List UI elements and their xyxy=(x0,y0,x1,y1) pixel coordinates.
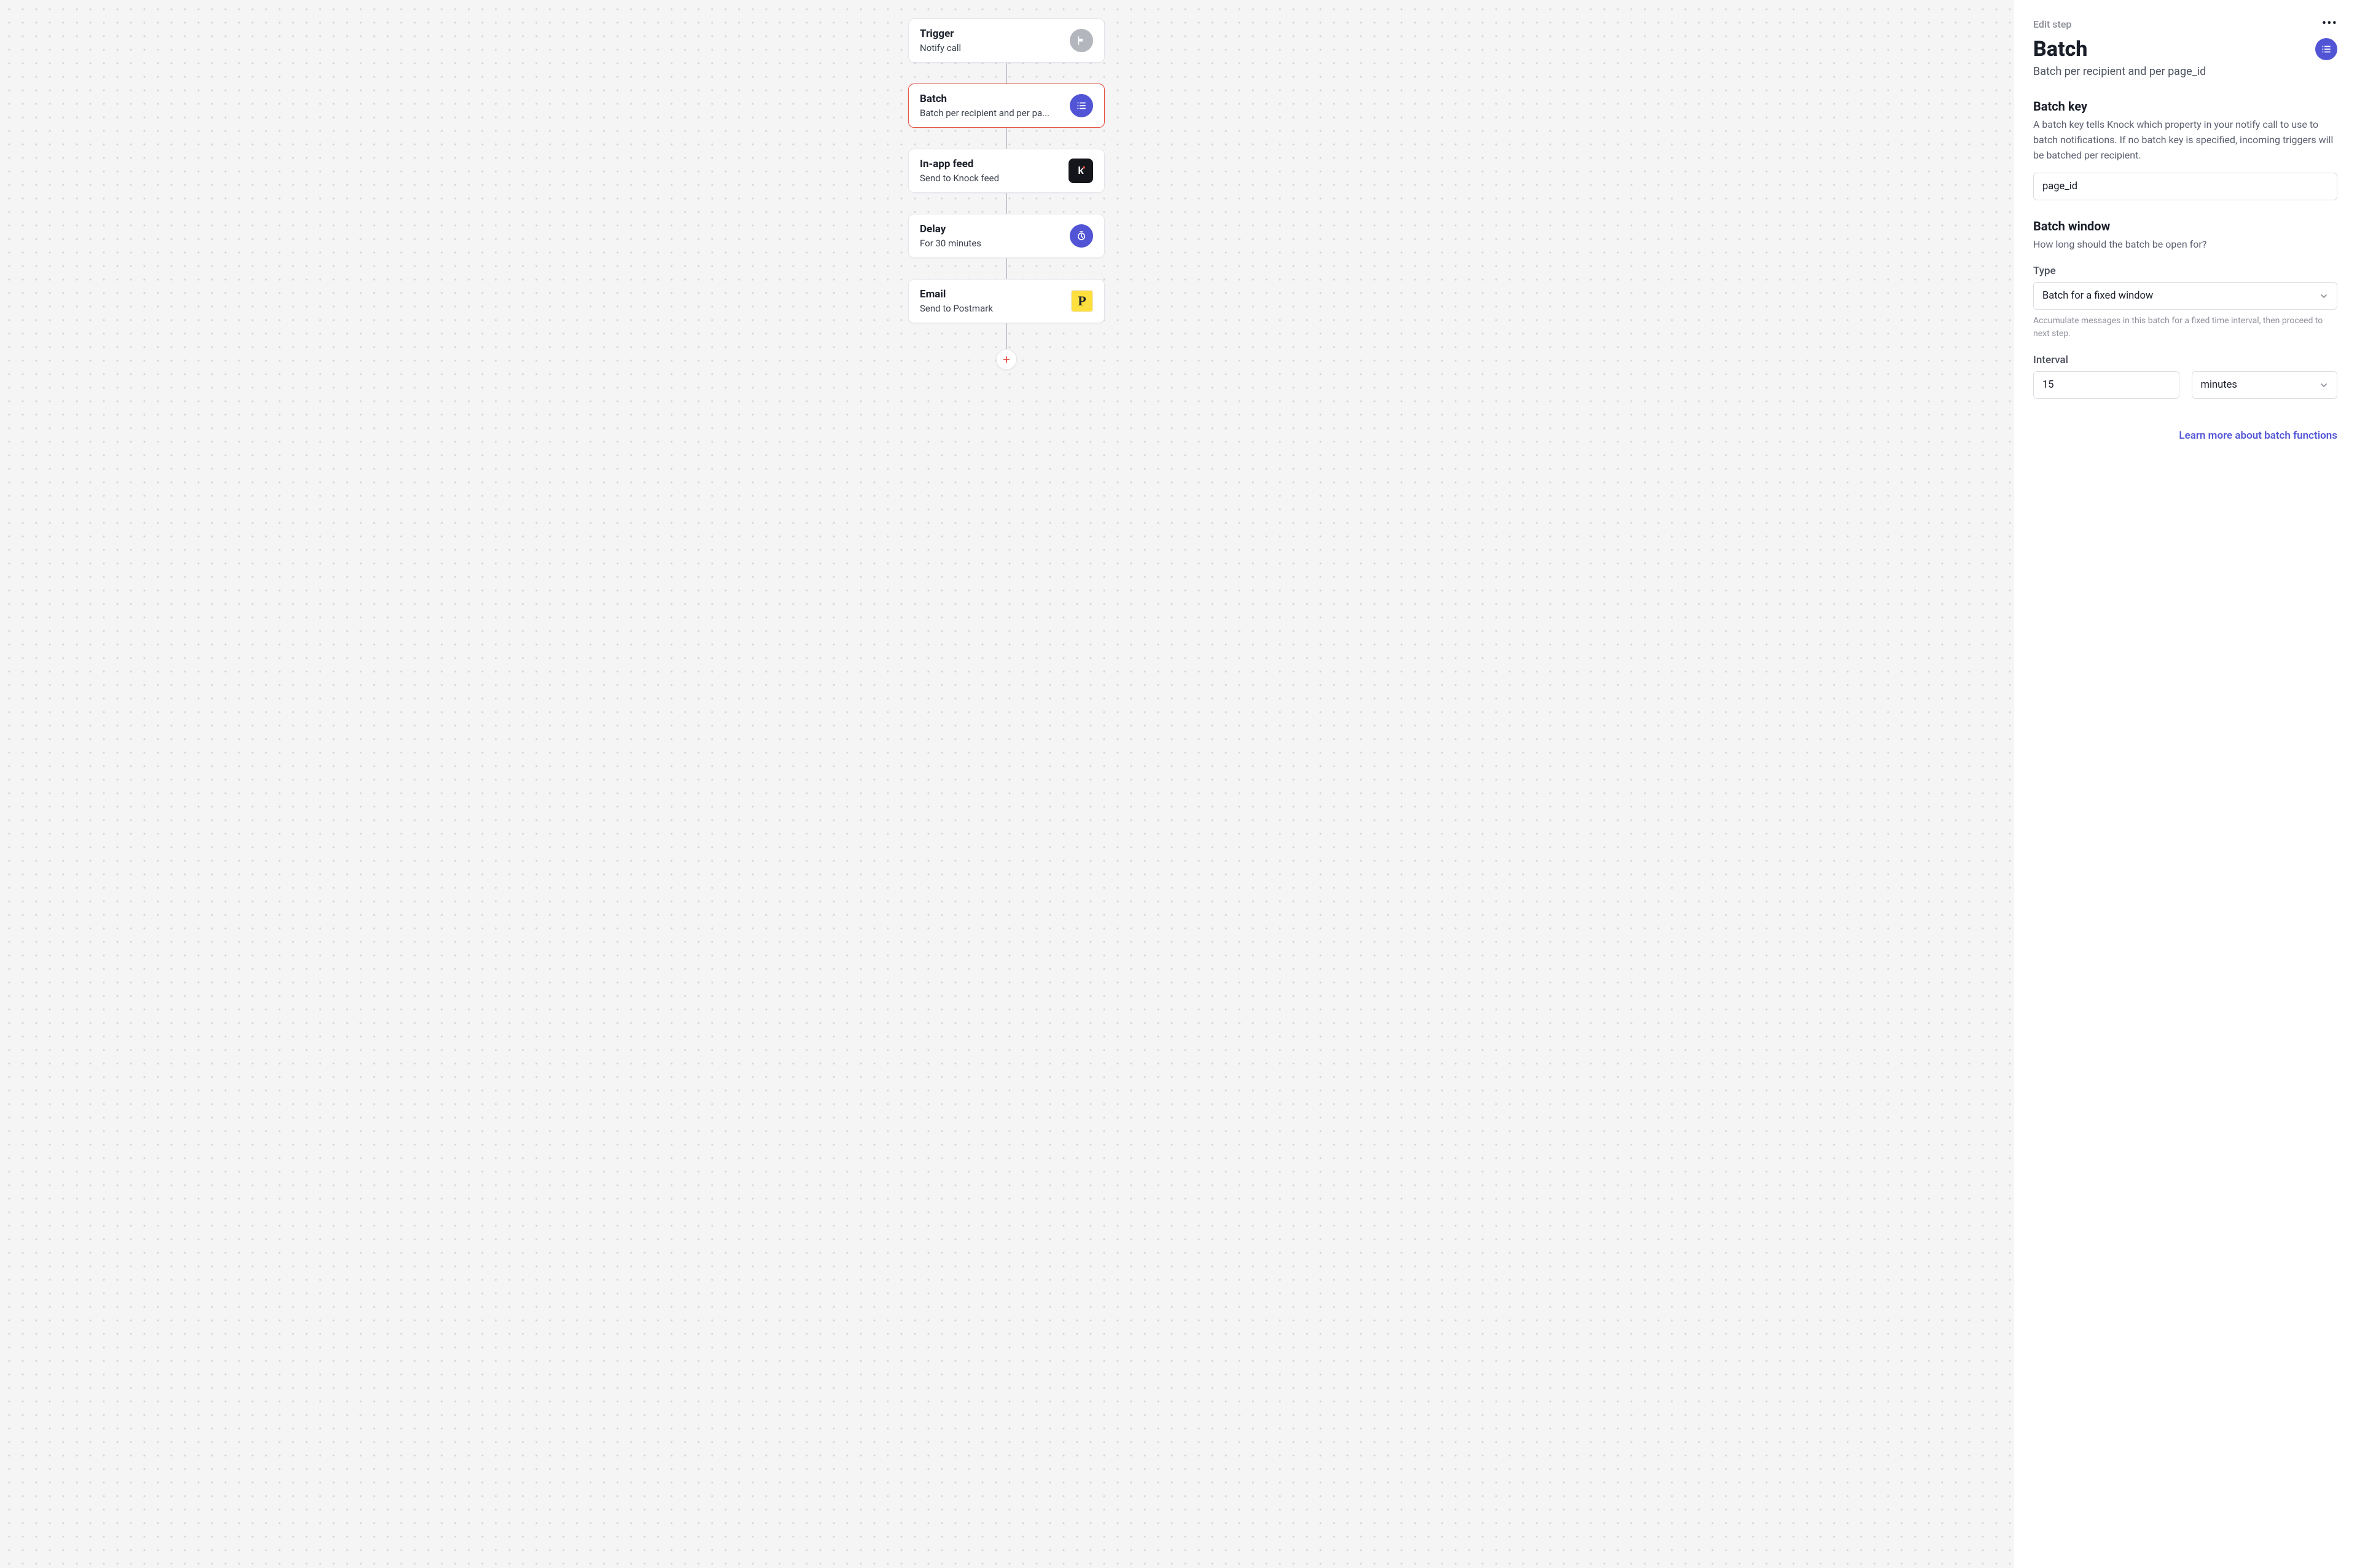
postmark-icon: P xyxy=(1071,290,1093,312)
node-title: Email xyxy=(920,288,1064,300)
panel-breadcrumb: Edit step xyxy=(2033,18,2071,30)
node-subtitle: Batch per recipient and per pa... xyxy=(920,108,1062,119)
interval-unit-select[interactable]: minutes xyxy=(2192,371,2338,399)
add-step-button[interactable]: + xyxy=(996,349,1017,370)
type-help-text: Accumulate messages in this batch for a … xyxy=(2033,315,2337,340)
edit-step-panel: Edit step ••• Batch Batch per recipient … xyxy=(2013,0,2357,1568)
connector xyxy=(1006,258,1007,279)
connector xyxy=(1006,193,1007,214)
node-inapp-feed[interactable]: In-app feed Send to Knock feed k xyxy=(908,149,1105,193)
batch-key-input[interactable] xyxy=(2033,173,2337,200)
node-title: Trigger xyxy=(920,28,1062,40)
panel-subtitle: Batch per recipient and per page_id xyxy=(2033,65,2337,78)
plus-icon: + xyxy=(1003,352,1010,367)
node-batch[interactable]: Batch Batch per recipient and per pa... xyxy=(908,84,1105,128)
workflow-flow: Trigger Notify call Batch Batch per reci… xyxy=(0,18,2013,370)
panel-title: Batch xyxy=(2033,37,2087,61)
svg-text:k: k xyxy=(1078,165,1084,176)
knock-icon: k xyxy=(1069,159,1093,183)
connector xyxy=(1006,323,1007,349)
batch-window-description: How long should the batch be open for? xyxy=(2033,237,2337,253)
workflow-canvas[interactable]: Trigger Notify call Batch Batch per reci… xyxy=(0,0,2013,1568)
node-email[interactable]: Email Send to Postmark P xyxy=(908,279,1105,323)
batch-key-heading: Batch key xyxy=(2033,99,2337,114)
interval-value-input[interactable] xyxy=(2033,371,2179,399)
interval-label: Interval xyxy=(2033,354,2337,366)
node-subtitle: Send to Knock feed xyxy=(920,173,1061,184)
node-subtitle: Send to Postmark xyxy=(920,303,1064,314)
type-label: Type xyxy=(2033,265,2337,277)
node-subtitle: For 30 minutes xyxy=(920,238,1062,249)
list-icon xyxy=(1070,94,1093,117)
batch-key-description: A batch key tells Knock which property i… xyxy=(2033,117,2337,163)
flag-icon xyxy=(1070,29,1093,52)
clock-icon xyxy=(1070,224,1093,248)
node-trigger[interactable]: Trigger Notify call xyxy=(908,18,1105,63)
list-icon xyxy=(2315,38,2337,60)
node-title: Delay xyxy=(920,223,1062,235)
type-select[interactable]: Batch for a fixed window xyxy=(2033,282,2337,310)
more-menu-button[interactable]: ••• xyxy=(2322,17,2337,31)
node-delay[interactable]: Delay For 30 minutes xyxy=(908,214,1105,258)
learn-more-link[interactable]: Learn more about batch functions xyxy=(2033,429,2337,442)
node-subtitle: Notify call xyxy=(920,42,1062,53)
node-title: In-app feed xyxy=(920,158,1061,170)
batch-window-heading: Batch window xyxy=(2033,219,2337,233)
connector xyxy=(1006,63,1007,84)
ellipsis-icon: ••• xyxy=(2322,16,2337,31)
connector xyxy=(1006,128,1007,149)
node-title: Batch xyxy=(920,93,1062,105)
